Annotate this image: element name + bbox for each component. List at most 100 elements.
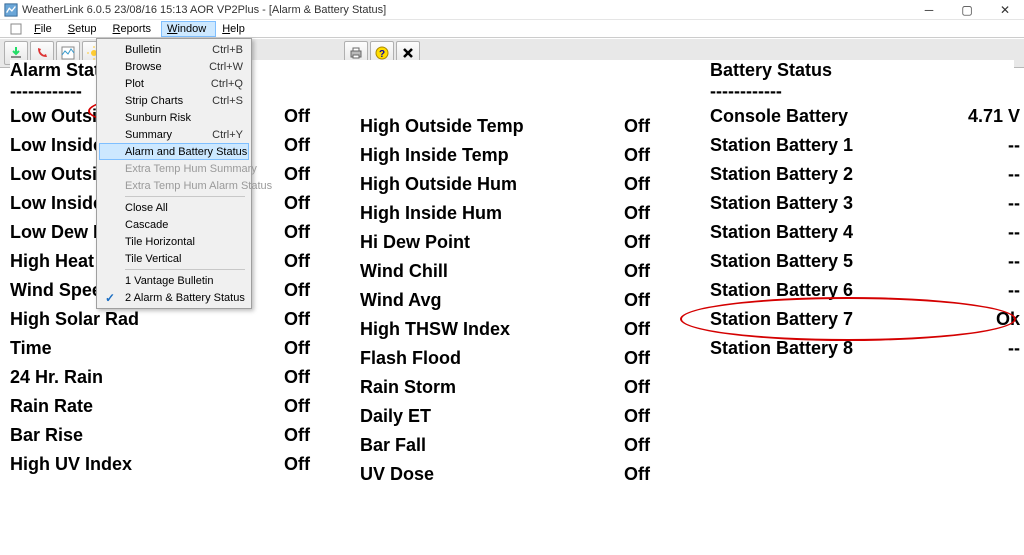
battery-label: Station Battery 2 (710, 164, 853, 185)
battery-label: Station Battery 1 (710, 135, 853, 156)
alarm-value: Off (284, 193, 310, 214)
menu-summary[interactable]: SummaryCtrl+Y (99, 126, 249, 143)
alarm-label: Flash Flood (360, 348, 461, 369)
battery-value: -- (1008, 222, 1020, 243)
alarm-row: Wind AvgOff (360, 286, 650, 315)
alarm-label: Daily ET (360, 406, 431, 427)
alarm-value: Off (284, 164, 310, 185)
alarm-value: Off (624, 319, 650, 340)
alarm-row: Hi Dew PointOff (360, 228, 650, 257)
alarm-value: Off (624, 377, 650, 398)
battery-label: Station Battery 5 (710, 251, 853, 272)
alarm-label: Hi Dew Point (360, 232, 470, 253)
app-icon (4, 3, 18, 17)
alarm-row: High Solar Rad Off (10, 305, 310, 334)
alarm-row: High Outside Temp Off (360, 112, 650, 141)
alarm-value: Off (284, 367, 310, 388)
alarm-row: UV DoseOff (360, 460, 650, 489)
minimize-button[interactable]: ─ (910, 0, 948, 20)
battery-value: -- (1008, 164, 1020, 185)
menu-setup[interactable]: Setup (62, 21, 107, 37)
alarm-row: Bar FallOff (360, 431, 650, 460)
menu-sunburn-risk[interactable]: Sunburn Risk (99, 109, 249, 126)
battery-value: -- (1008, 280, 1020, 301)
alarm-label: Wind Avg (360, 290, 442, 311)
menu-extra-th-alarm: Extra Temp Hum Alarm Status (99, 177, 249, 194)
menu-separator (125, 196, 245, 197)
alarm-value: Off (624, 261, 650, 282)
menu-separator (125, 269, 245, 270)
check-icon: ✓ (105, 291, 115, 305)
alarm-row: Flash Flood Off (360, 344, 650, 373)
battery-row: Station Battery 6 -- (710, 276, 1020, 305)
window-menu-dropdown: BulletinCtrl+B BrowseCtrl+W PlotCtrl+Q S… (96, 38, 252, 309)
alarm-label: High Inside Temp (360, 145, 509, 166)
battery-label: Station Battery 8 (710, 338, 853, 359)
battery-row: Station Battery 7 Ok (710, 305, 1020, 334)
alarm-label: Rain Rate (10, 396, 93, 417)
window-close-button[interactable]: ✕ (986, 0, 1024, 20)
alarm-value: Off (284, 338, 310, 359)
alarm-label: Bar Rise (10, 425, 83, 446)
maximize-button[interactable]: ▢ (948, 0, 986, 20)
battery-label: Console Battery (710, 106, 848, 127)
battery-label: Station Battery 7 (710, 309, 853, 330)
alarm-value: Off (624, 348, 650, 369)
alarm-value: Off (284, 309, 310, 330)
battery-label: Station Battery 4 (710, 222, 853, 243)
menu-tile-vertical[interactable]: Tile Vertical (99, 250, 249, 267)
menu-file[interactable]: File (28, 21, 62, 37)
alarm-row: High UV IndexOff (10, 450, 310, 479)
battery-label: Station Battery 6 (710, 280, 853, 301)
menu-win-2[interactable]: ✓2 Alarm & Battery Status (99, 289, 249, 306)
menu-reports[interactable]: Reports (107, 21, 162, 37)
alarm-label: UV Dose (360, 464, 434, 485)
alarm-value: Off (284, 396, 310, 417)
alarm-value: Off (284, 280, 310, 301)
menu-bulletin[interactable]: BulletinCtrl+B (99, 41, 249, 58)
doc-icon (10, 23, 22, 35)
battery-value: -- (1008, 193, 1020, 214)
battery-row: Station Battery 3-- (710, 189, 1020, 218)
menubar: File Setup Reports Window Help (0, 20, 1024, 38)
alarm-value: Off (624, 116, 650, 137)
alarm-row: 24 Hr. Rain Off (10, 363, 310, 392)
alarm-label: Wind Chill (360, 261, 448, 282)
alarm-row: High Inside TempOff (360, 141, 650, 170)
menu-tile-horizontal[interactable]: Tile Horizontal (99, 233, 249, 250)
alarm-label: High Outside Temp (360, 116, 524, 137)
battery-status-col: Battery Status -- -- -- -- -- -- Console Batt… (710, 60, 1020, 363)
menu-browse[interactable]: BrowseCtrl+W (99, 58, 249, 75)
alarm-value: Off (284, 106, 310, 127)
battery-value: -- (1008, 251, 1020, 272)
alarm-row: TimeOff (10, 334, 310, 363)
alarm-value: Off (624, 203, 650, 224)
battery-value: 4.71 V (968, 106, 1020, 127)
menu-win-1[interactable]: 1 Vantage Bulletin (99, 272, 249, 289)
menu-extra-th-summary: Extra Temp Hum Summary (99, 160, 249, 177)
menu-help[interactable]: Help (216, 21, 255, 37)
alarm-label: High Heat (10, 251, 94, 272)
menu-plot[interactable]: PlotCtrl+Q (99, 75, 249, 92)
alarm-row: Rain Rate Off (10, 392, 310, 421)
alarm-label: 24 Hr. Rain (10, 367, 103, 388)
battery-value: -- (1008, 338, 1020, 359)
alarm-row: High THSW Index Off (360, 315, 650, 344)
menu-cascade[interactable]: Cascade (99, 216, 249, 233)
battery-row: Console Battery 4.71 V (710, 102, 1020, 131)
menu-strip-charts[interactable]: Strip ChartsCtrl+S (99, 92, 249, 109)
alarm-label: High THSW Index (360, 319, 510, 340)
battery-row: Station Battery 8 -- (710, 334, 1020, 363)
battery-status-heading: Battery Status (710, 60, 1020, 81)
alarm-row: Bar RiseOff (10, 421, 310, 450)
alarm-value: Off (284, 251, 310, 272)
menu-close-all[interactable]: Close All (99, 199, 249, 216)
alarm-label: High Solar Rad (10, 309, 139, 330)
alarm-value: Off (624, 174, 650, 195)
menu-alarm-battery-status[interactable]: Alarm and Battery Status (99, 143, 249, 160)
alarm-row: Wind Chill Off (360, 257, 650, 286)
battery-row: Station Battery 4 -- (710, 218, 1020, 247)
menu-window[interactable]: Window (161, 21, 216, 37)
battery-value: Ok (996, 309, 1020, 330)
alarm-row: High Outside HumOff (360, 170, 650, 199)
